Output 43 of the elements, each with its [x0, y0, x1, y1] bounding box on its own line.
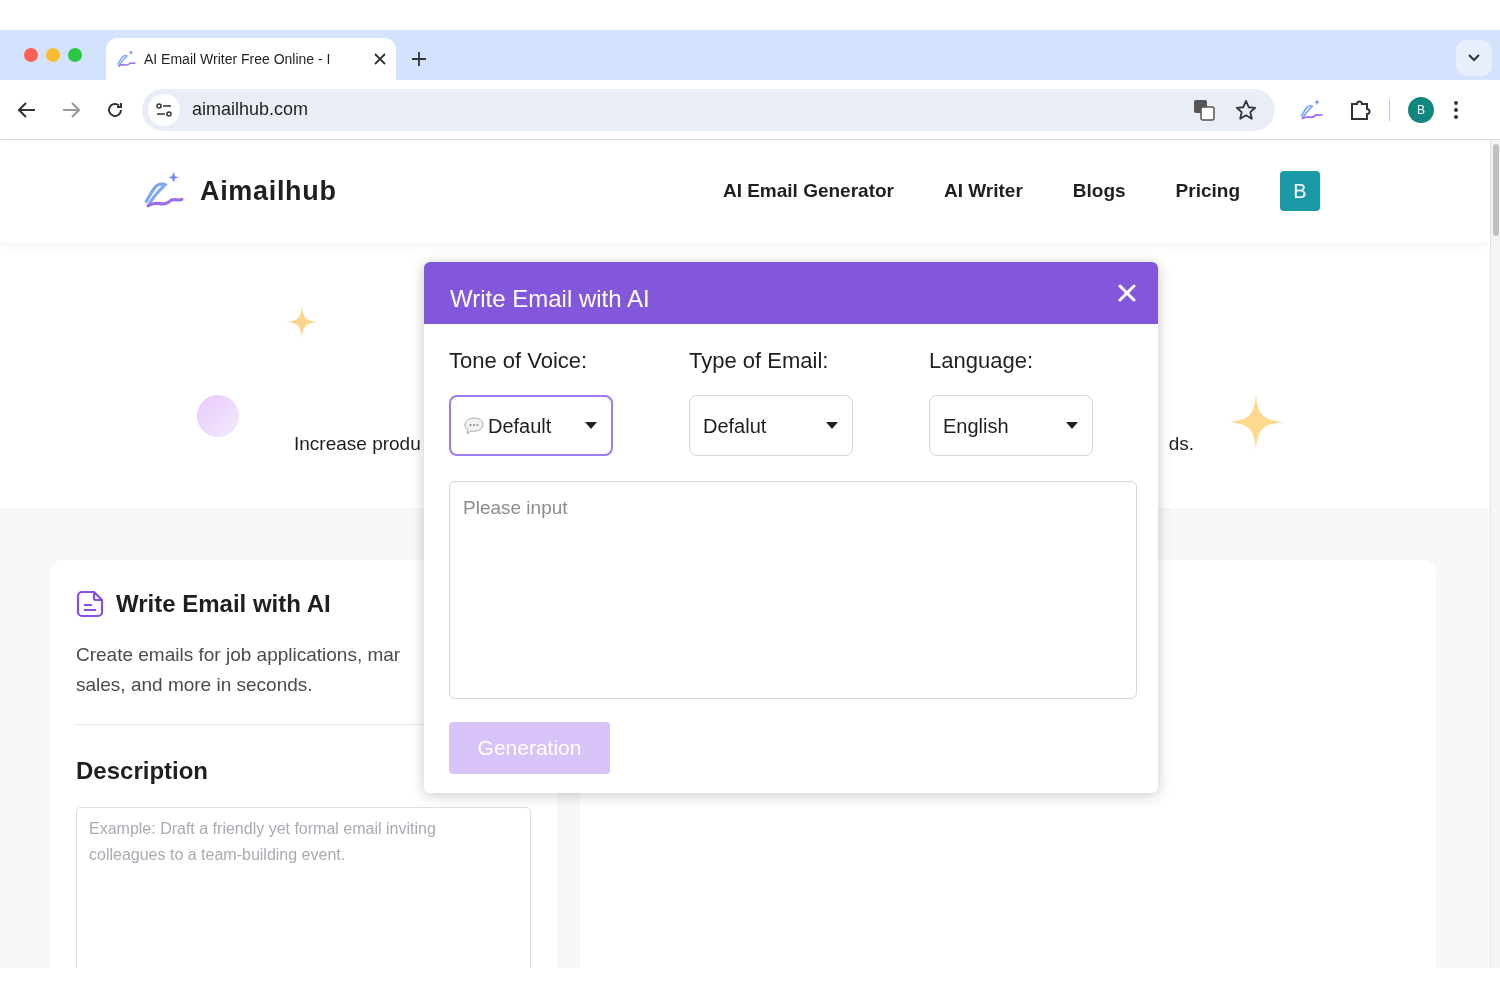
dropdown[interactable]: Default: [449, 395, 613, 456]
dropdown[interactable]: English: [929, 395, 1093, 456]
caret-icon: [826, 422, 838, 429]
extensions-icon[interactable]: [1349, 98, 1371, 121]
site-settings-icon[interactable]: [148, 93, 180, 126]
document-icon: [76, 589, 106, 619]
nav-link[interactable]: Pricing: [1175, 176, 1240, 206]
card-title: Write Email with AI: [116, 589, 331, 619]
star-icon[interactable]: [1235, 98, 1257, 121]
description-field[interactable]: Example: Draft a friendly yet formal email inviting colleagues to a team-building event.: [76, 807, 531, 968]
back-icon[interactable]: [18, 101, 36, 118]
reload-icon[interactable]: [106, 100, 124, 119]
profile-avatar[interactable]: B: [1408, 96, 1434, 123]
caret-icon: [1066, 422, 1078, 429]
section-heading: Description: [76, 756, 210, 786]
browser-tab[interactable]: AI Email Writer Free Online - I: [106, 38, 396, 80]
chevron-down-icon: [1468, 54, 1480, 62]
menu-icon[interactable]: [1454, 100, 1458, 119]
tab-list-button[interactable]: [1456, 40, 1492, 76]
forward-icon[interactable]: [62, 101, 80, 118]
url-text: aimailhub.com: [192, 98, 309, 121]
caret-icon: [585, 422, 597, 429]
dropdown[interactable]: Defalut: [689, 395, 853, 456]
nav-link[interactable]: Blogs: [1072, 176, 1126, 206]
new-tab-icon[interactable]: [412, 52, 426, 66]
logo-text: Aimailhub: [200, 174, 337, 208]
field-label: Tone of Voice:: [449, 347, 589, 375]
nav-link[interactable]: AI Writer: [943, 176, 1023, 206]
speech-bubble-icon: [464, 416, 484, 435]
address-bar[interactable]: aimailhub.com: [142, 88, 1275, 131]
logo-icon: [1299, 97, 1323, 122]
close-icon[interactable]: [374, 53, 386, 65]
field-label: Language:: [929, 347, 1034, 375]
field-label: Type of Email:: [689, 347, 830, 375]
prompt-field[interactable]: Please input: [449, 481, 1137, 699]
scrollbar[interactable]: [1490, 140, 1500, 968]
logo-icon: [116, 49, 136, 69]
card-description: Create emails for job applications, mar sales, and more in seconds.: [76, 643, 402, 697]
nav-link[interactable]: AI Email Generator: [722, 176, 894, 206]
modal-title: Write Email with AI: [450, 284, 650, 314]
hero-text: ds.: [1168, 432, 1195, 456]
hero-text: Increase produ: [294, 432, 421, 456]
translate-icon[interactable]: [1193, 98, 1215, 121]
